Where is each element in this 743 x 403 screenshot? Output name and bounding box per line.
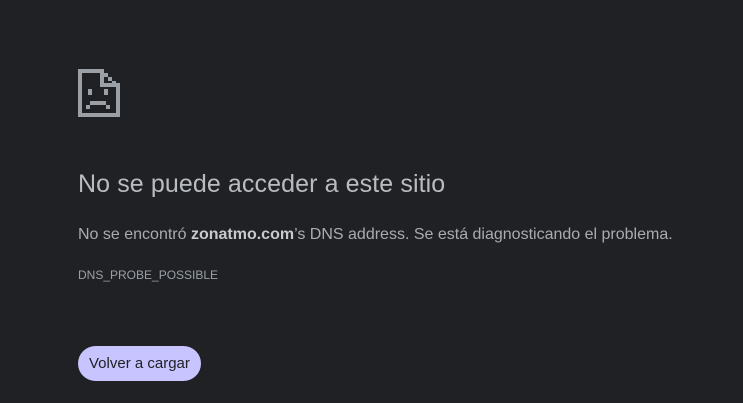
sad-document-icon <box>78 69 120 117</box>
error-page: No se puede acceder a este sitio No se e… <box>0 0 743 403</box>
domain-name: zonatmo.com <box>190 226 295 243</box>
error-title: No se puede acceder a este sitio <box>78 170 446 198</box>
error-code: DNS_PROBE_POSSIBLE <box>78 268 219 282</box>
error-message: No se encontró zonatmo.com’s DNS address… <box>78 226 673 244</box>
message-prefix: No se encontró <box>78 226 191 243</box>
message-suffix: ’s DNS address. Se está diagnosticando e… <box>294 226 673 243</box>
reload-button[interactable]: Volver a cargar <box>78 346 201 381</box>
